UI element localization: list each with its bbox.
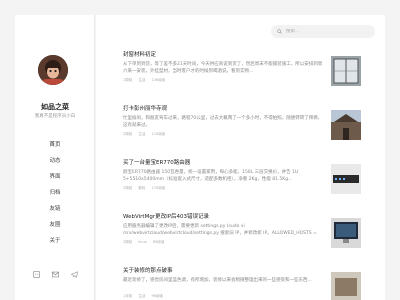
- main-content: 封窗材料初定 从下单到到货，等了差不多21天时间，今天供应商说到货了，然后周末不…: [96, 15, 385, 300]
- sidebar-nav: 首页 动态 界面 归档 友链 友圈 关于: [15, 137, 95, 249]
- post-date: 1月前: [123, 294, 133, 298]
- post-thumbnail[interactable]: [331, 110, 361, 140]
- social-links: [33, 271, 78, 279]
- nav-item-links[interactable]: 友链: [15, 201, 95, 217]
- post-views: 170阅读: [151, 186, 166, 190]
- post-date: 1周前: [123, 78, 133, 82]
- nav-item-interface[interactable]: 界面: [15, 169, 95, 185]
- post-excerpt: 忙里偷闲，和朋友驾车过来，路程70公里，过去大概两了一个多小时，不得拍照，随便转…: [123, 116, 323, 128]
- avatar[interactable]: [38, 55, 68, 85]
- post-thumbnail[interactable]: [331, 56, 361, 86]
- post-views: 96阅读: [151, 294, 163, 298]
- post-excerpt: 最近装修了，感觉房间里蓝色调，有所增加，装修以来会稍微整理出来的一些感受和一些东…: [123, 278, 312, 283]
- nav-item-moments[interactable]: 动态: [15, 153, 95, 169]
- post-category[interactable]: 生活: [138, 294, 145, 298]
- post-thumbnail[interactable]: [331, 218, 361, 248]
- site-name[interactable]: 如品之菜: [15, 102, 95, 112]
- post-thumbnail[interactable]: [331, 164, 361, 194]
- post-item[interactable]: WebVirtMgr更改IP后403错误记录 应用服务器编辑了更改IP后，需要更…: [123, 214, 373, 254]
- post-date: 3周前: [123, 240, 133, 244]
- post-date: 2周前: [123, 132, 133, 136]
- post-item[interactable]: 打卡彭州丽华寺观 忙里偷闲，和朋友驾车过来，路程70公里，过去大概两了一个多小时…: [123, 106, 373, 146]
- post-views: 136阅读: [151, 78, 166, 82]
- nav-item-home[interactable]: 首页: [15, 137, 95, 153]
- email-icon[interactable]: [52, 271, 59, 278]
- post-thumbnail[interactable]: [331, 272, 361, 300]
- post-item[interactable]: 买了一台量宝ER770路由器 颜宝ER770路由器 150瓦吞量，统一设置家用，…: [123, 160, 373, 200]
- nav-item-friend-circle[interactable]: 友圈: [15, 217, 95, 233]
- search-input[interactable]: [286, 29, 366, 34]
- post-category[interactable]: 生活: [138, 78, 145, 82]
- post-category[interactable]: linux: [138, 240, 146, 244]
- post-date: 2周前: [123, 186, 133, 190]
- nav-item-archive[interactable]: 归档: [15, 185, 95, 201]
- site-description: 我真不是程序员小白: [34, 114, 76, 119]
- post-excerpt: 颜宝ER770路由器 150瓦吞量，统一设置家用，每心多能，150L 三层交换价…: [123, 170, 299, 182]
- post-excerpt: 从下单到到货，等了差不多21天时间，今天供应商说到货了，然后周末不能铺装施工，所…: [123, 62, 323, 74]
- avatar-image: [38, 55, 68, 85]
- search-icon: [277, 29, 282, 34]
- post-excerpt: 应用服务器编辑了更改IP后，需要更新 settings.py (sudo vi …: [123, 224, 317, 236]
- post-item[interactable]: 封窗材料初定 从下单到到货，等了差不多21天时间，今天供应商说到货了，然后周末不…: [123, 52, 373, 92]
- post-category[interactable]: 数码: [138, 186, 145, 190]
- search-box[interactable]: [271, 25, 375, 38]
- post-item[interactable]: 关于装修的那点破事 最近装修了，感觉房间里蓝色调，有所增加，装修以来会稍微整理出…: [123, 268, 373, 300]
- post-views: 89阅读: [152, 240, 165, 244]
- telegram-icon[interactable]: [71, 271, 78, 278]
- post-category[interactable]: 生活: [138, 132, 145, 136]
- page: 如品之菜 我真不是程序员小白 首页 动态 界面 归档 友链 友圈 关于 搜索..…: [0, 0, 400, 300]
- post-views: 110阅读: [151, 132, 166, 136]
- nav-item-about[interactable]: 关于: [15, 233, 95, 249]
- wechat-icon[interactable]: [33, 271, 40, 278]
- sidebar: 如品之菜 我真不是程序员小白 首页 动态 界面 归档 友链 友圈 关于: [15, 15, 95, 300]
